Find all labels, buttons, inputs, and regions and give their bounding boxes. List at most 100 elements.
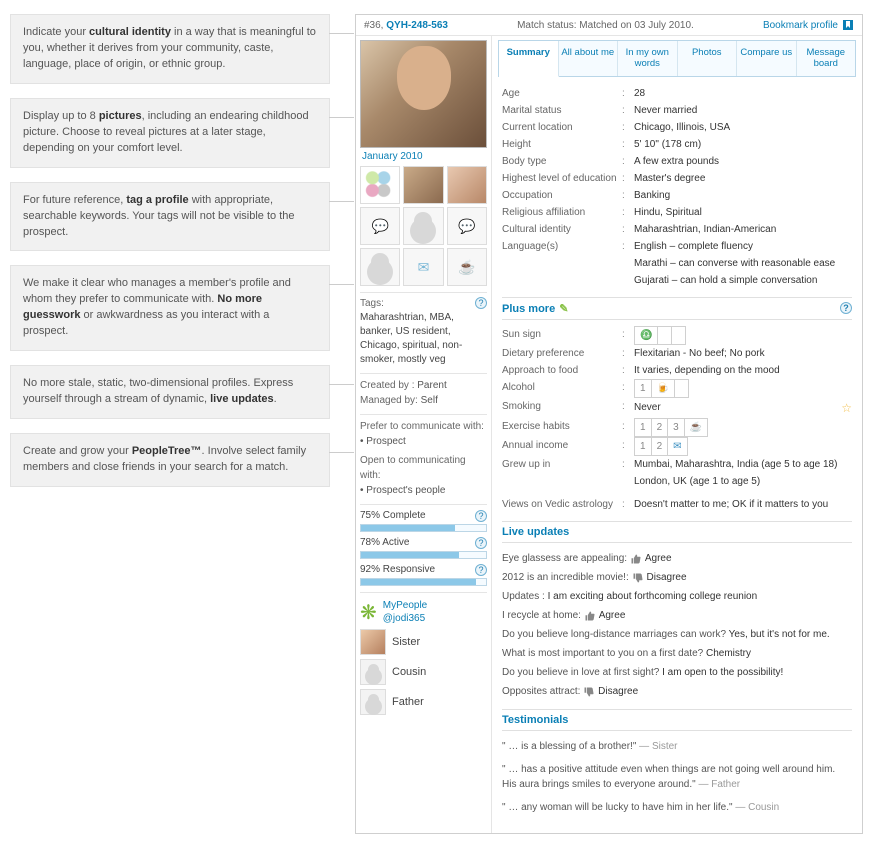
tab-compare-us[interactable]: Compare us	[737, 41, 797, 76]
profile-card: #36, QYH-248-563 Match status: Matched o…	[355, 14, 863, 834]
meter-label: 78% Active	[360, 537, 409, 549]
lu-question: Do you believe long-distance marriages c…	[502, 629, 726, 640]
meter-label: 75% Complete	[360, 510, 426, 522]
avatar	[360, 629, 386, 655]
help-icon[interactable]: ?	[840, 302, 852, 314]
coffee-icon: ☕	[685, 419, 707, 436]
bookmark-link[interactable]: Bookmark profile	[763, 19, 854, 31]
thumb-2[interactable]	[403, 166, 443, 204]
lu-answer: Agree	[645, 553, 672, 564]
thumb-9[interactable]: ☕	[447, 248, 487, 286]
thumb-3[interactable]	[447, 166, 487, 204]
star-icon[interactable]: ☆	[841, 398, 852, 418]
drink-icon: 🍺	[652, 380, 675, 397]
testimonial-text: " … any woman will be lucky to have him …	[502, 802, 733, 813]
help-icon[interactable]: ?	[475, 537, 487, 549]
summary-key: Occupation	[502, 187, 622, 204]
coffee-icon: ☕	[458, 259, 475, 276]
testimonials-section: " … is a blessing of a brother!" — Siste…	[502, 739, 852, 815]
meter: 78% Active?	[360, 537, 487, 559]
thumb-8[interactable]: ✉	[403, 248, 443, 286]
relative-row[interactable]: Cousin	[360, 659, 487, 685]
summary-value: 28	[634, 85, 852, 102]
callout: For future reference, tag a profile with…	[10, 182, 330, 252]
live-update-row: Do you believe in love at first sight? I…	[502, 663, 852, 682]
summary-key: Body type	[502, 153, 622, 170]
vedic-label: Views on Vedic astrology	[502, 496, 622, 513]
grewup-label: Grew up in	[502, 456, 622, 473]
testimonial-author: — Sister	[639, 741, 677, 752]
approach-label: Approach to food	[502, 362, 622, 379]
lu-answer: Disagree	[647, 572, 687, 583]
lu-answer: Yes, but it's not for me.	[729, 629, 830, 640]
person-icon	[371, 253, 389, 271]
live-update-row: I recycle at home: Agree	[502, 606, 852, 625]
thumb-7[interactable]	[360, 248, 400, 286]
tab-all-about-me[interactable]: All about me	[559, 41, 619, 76]
help-icon[interactable]: ?	[475, 297, 487, 309]
tree-icon: ❋	[360, 600, 377, 625]
chat-icon: 💬	[458, 218, 475, 235]
exercise-chips[interactable]: 123☕	[634, 418, 708, 437]
tags-text: Maharashtrian, MBA, banker, US resident,…	[360, 311, 487, 367]
help-icon[interactable]: ?	[475, 510, 487, 522]
testimonial: " … is a blessing of a brother!" — Siste…	[502, 739, 852, 754]
summary-value: Banking	[634, 187, 852, 204]
language-extra: Gujarati – can hold a simple conversatio…	[634, 272, 852, 289]
match-status: Match status: Matched on 03 July 2010.	[517, 20, 694, 31]
mypeople-block[interactable]: ❋ MyPeople @jodi365	[360, 599, 487, 625]
summary-key: Current location	[502, 119, 622, 136]
lu-question: Updates :	[502, 591, 545, 602]
tab-summary[interactable]: Summary	[499, 41, 559, 77]
profile-number: #36,	[364, 20, 383, 31]
thumbs-down-icon	[583, 686, 595, 698]
lu-question: I recycle at home:	[502, 610, 581, 621]
pencil-icon[interactable]: ✎	[559, 303, 568, 315]
tab-message-board[interactable]: Message board	[797, 41, 856, 76]
thumb-1[interactable]	[360, 166, 400, 204]
managed-by-value: Self	[421, 395, 438, 406]
profile-sidebar: January 2010 💬 💬 ✉ ☕ Tags: ?	[356, 36, 492, 833]
callout: Create and grow your PeopleTree™. Involv…	[10, 433, 330, 487]
language-extra: Marathi – can converse with reasonable e…	[634, 255, 852, 272]
thumb-5[interactable]	[403, 207, 443, 245]
bookmark-icon	[842, 19, 854, 31]
avatar	[360, 659, 386, 685]
person-icon	[414, 212, 432, 230]
tab-photos[interactable]: Photos	[678, 41, 738, 76]
lu-question: Eye glassess are appealing:	[502, 553, 627, 564]
income-chips[interactable]: 12✉	[634, 437, 688, 456]
main-photo[interactable]	[360, 40, 487, 148]
relative-label: Cousin	[392, 666, 426, 678]
summary-section: Age:28Marital status:Never marriedCurren…	[502, 85, 852, 255]
open-comm-value: Prospect's people	[360, 483, 487, 498]
profile-tabs: SummaryAll about meIn my own wordsPhotos…	[498, 40, 856, 77]
profile-meters: 75% Complete?78% Active?92% Responsive?	[360, 510, 487, 586]
prefer-comm-value: Prospect	[360, 434, 487, 449]
profile-code[interactable]: QYH-248-563	[386, 20, 448, 31]
thumbs-down-icon	[632, 572, 644, 584]
thumb-4[interactable]: 💬	[360, 207, 400, 245]
thumb-6[interactable]: 💬	[447, 207, 487, 245]
relative-label: Sister	[392, 636, 420, 648]
relative-row[interactable]: Sister	[360, 629, 487, 655]
thumbs-up-icon	[630, 553, 642, 565]
summary-value: Chicago, Illinois, USA	[634, 119, 852, 136]
liveupdates-header: Live updates	[502, 521, 852, 543]
testimonials-header: Testimonials	[502, 709, 852, 731]
summary-key: Marital status	[502, 102, 622, 119]
exercise-label: Exercise habits	[502, 418, 622, 437]
sunsign-chips[interactable]: ♎	[634, 326, 686, 345]
testimonial-author: — Cousin	[735, 802, 779, 813]
alcohol-chips[interactable]: 1🍺	[634, 379, 689, 398]
summary-value: Master's degree	[634, 170, 852, 187]
lu-question: What is most important to you on a first…	[502, 648, 703, 659]
relative-row[interactable]: Father	[360, 689, 487, 715]
tab-in-my-own-words[interactable]: In my own words	[618, 41, 678, 76]
summary-value: Maharashtrian, Indian-American	[634, 221, 852, 238]
live-update-row: 2012 is an incredible movie!: Disagree	[502, 568, 852, 587]
lu-answer: I am open to the possibility!	[662, 667, 783, 678]
bookmark-label: Bookmark profile	[763, 20, 838, 31]
testimonial: " … has a positive attitude even when th…	[502, 762, 852, 792]
help-icon[interactable]: ?	[475, 564, 487, 576]
